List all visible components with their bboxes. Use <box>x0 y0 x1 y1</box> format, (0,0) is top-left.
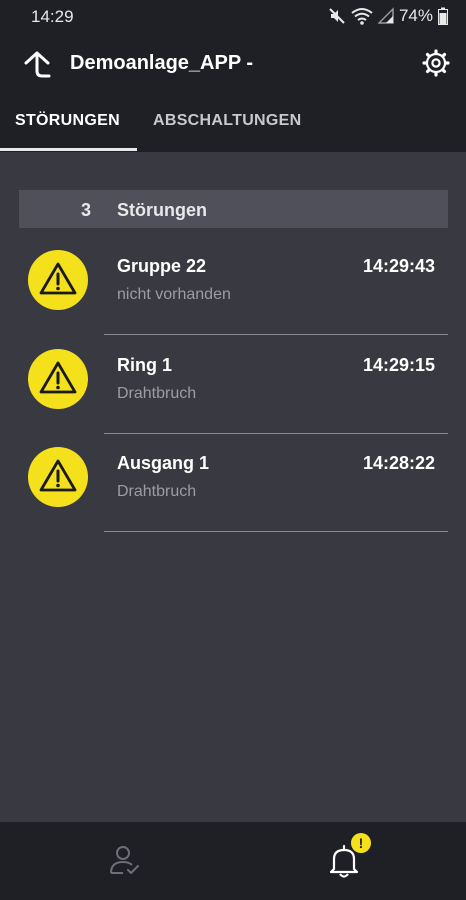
warning-icon <box>28 250 88 310</box>
battery-icon <box>438 7 448 25</box>
fault-time: 14:28:22 <box>362 453 435 473</box>
gear-icon[interactable] <box>421 48 451 78</box>
mute-icon <box>329 8 345 24</box>
fault-count: 3 <box>81 200 92 220</box>
fault-subtitle: nicht vorhanden <box>117 286 231 303</box>
section-header: 3 Störungen <box>19 190 448 228</box>
list-item[interactable]: Gruppe 22 14:29:43 nicht vorhanden <box>0 236 466 335</box>
warning-icon <box>28 447 88 507</box>
wifi-icon <box>351 8 373 25</box>
fault-title: Gruppe 22 <box>117 256 207 276</box>
fault-subtitle: Drahtbruch <box>117 483 197 500</box>
fault-subtitle: Drahtbruch <box>117 385 197 402</box>
active-tab-indicator <box>0 148 137 151</box>
status-time: 14:29 <box>31 7 74 26</box>
alert-badge: ! <box>351 833 371 853</box>
bottom-nav: ! <box>0 822 466 900</box>
section-label: Störungen <box>117 200 207 220</box>
list-item[interactable]: Ring 1 14:29:15 Drahtbruch <box>0 335 466 434</box>
warning-icon <box>28 349 88 409</box>
up-arrow-icon[interactable] <box>22 50 52 80</box>
fault-title: Ring 1 <box>117 355 173 375</box>
status-indicators: 74% <box>328 6 448 26</box>
fault-time: 14:29:43 <box>362 256 435 276</box>
fault-title: Ausgang 1 <box>117 453 210 473</box>
user-check-icon[interactable] <box>108 843 142 877</box>
divider <box>104 531 448 532</box>
tab-stoerungen[interactable]: STÖRUNGEN <box>15 112 120 130</box>
list-item[interactable]: Ausgang 1 14:28:22 Drahtbruch <box>0 433 466 532</box>
fault-time: 14:29:15 <box>362 355 435 375</box>
tab-abschaltungen[interactable]: ABSCHALTUNGEN <box>153 112 302 130</box>
battery-percent: 74% <box>398 6 433 25</box>
app-bar: Demoanlage_APP - STÖRUNGEN ABSCHALTUNGEN <box>0 34 466 152</box>
page-title: Demoanlage_APP - <box>70 52 254 74</box>
signal-icon <box>377 7 394 24</box>
status-bar: 14:29 74% <box>0 0 466 34</box>
